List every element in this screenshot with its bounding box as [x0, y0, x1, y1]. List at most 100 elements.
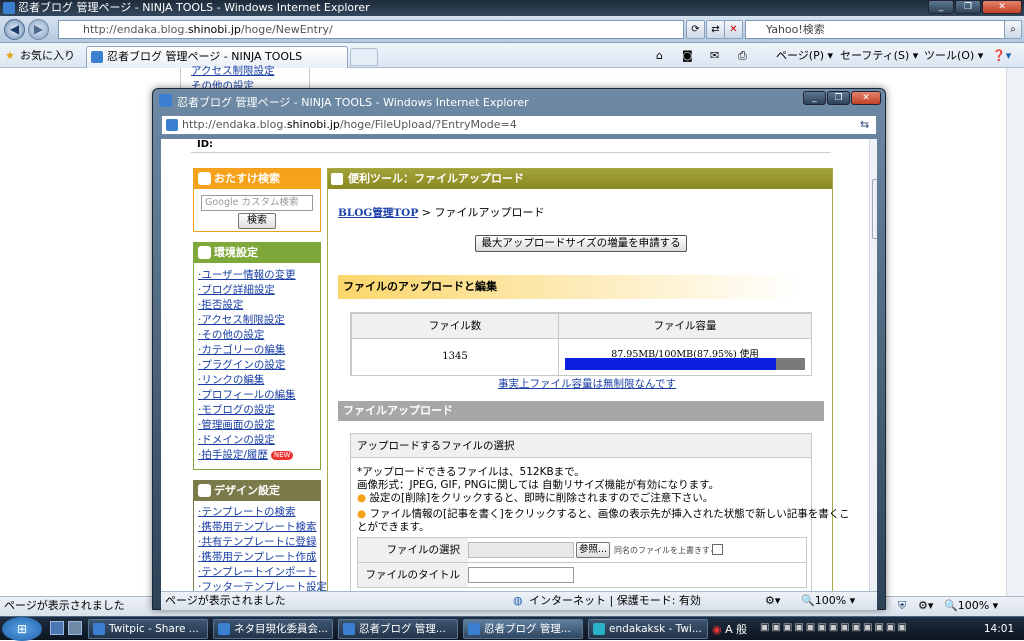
sidebar-item-env[interactable]: ·プロフィールの編集: [198, 388, 296, 403]
ie-icon: [218, 623, 230, 635]
file-title-row: ファイルのタイトル: [357, 562, 807, 588]
env-box: 環境設定 ·ユーザー情報の変更 ·ブログ詳細設定 ·拒否設定 ·アクセス制限設定 ·その…: [193, 242, 321, 470]
ime-bar[interactable]: ◉ A 般: [712, 621, 747, 637]
tools-menu[interactable]: ツール(O) ▾: [924, 46, 983, 65]
bg-link[interactable]: アクセス制限設定: [191, 64, 274, 79]
feed-icon[interactable]: ◙: [682, 46, 693, 65]
popup-minimize-button[interactable]: _: [803, 91, 826, 105]
overwrite-label: 同名のファイルを上書きする: [614, 546, 718, 555]
usage-cell: 87.95MB/100MB(87.95%) 使用: [558, 338, 812, 376]
note-delete: ● 設定の[削除]をクリックすると、即時に削除されますのでご注意下さい。: [357, 490, 713, 505]
search-go-icon[interactable]: ⌕: [1004, 20, 1022, 39]
clock[interactable]: 14:01: [976, 617, 1022, 641]
sidebar-item-design[interactable]: ·携帯用テンプレート作成: [198, 550, 327, 565]
show-desktop-icon[interactable]: [50, 621, 64, 635]
popup-address-bar[interactable]: http://endaka.blog.shinobi.jp/hoge/FileU…: [161, 115, 877, 135]
col-file-size-label: ファイル容量: [653, 320, 717, 332]
overwrite-checkbox[interactable]: [712, 544, 723, 555]
task-ninja-2[interactable]: 忍者ブログ 管理...: [463, 619, 583, 639]
compat-icon[interactable]: ⇄: [706, 20, 725, 39]
popup-address-host: shinobi.jp: [286, 118, 340, 131]
lock-icon[interactable]: ⚙▾: [918, 597, 933, 615]
address-bar[interactable]: http://endaka.blog.shinobi.jp/hoge/NewEn…: [58, 20, 684, 39]
popup-maximize-button[interactable]: ❐: [827, 91, 850, 105]
popup-scrollbar[interactable]: [869, 139, 877, 591]
sidebar-item-env[interactable]: ·ユーザー情報の変更: [198, 268, 296, 283]
sidebar-item-design[interactable]: ·フッターテンプレート設定: [198, 580, 327, 591]
help-icon[interactable]: ❓▾: [992, 46, 1011, 65]
sidebar-item-design[interactable]: ·テンプレートの検索: [198, 505, 327, 520]
sidebar-item-env[interactable]: ·その他の設定: [198, 328, 296, 343]
quicklaunch-icon[interactable]: [68, 621, 82, 635]
search-button-label: 検索: [247, 215, 267, 226]
tool-icon: [331, 173, 343, 185]
popup-title: 忍者ブログ 管理ページ - NINJA TOOLS - Windows Inte…: [177, 96, 529, 109]
sidebar-item-env[interactable]: ·拍手設定/履歴 NEW: [198, 448, 296, 463]
google-search-input[interactable]: Google カスタム検索: [201, 195, 313, 211]
popup-close-button[interactable]: ✕: [851, 91, 881, 105]
popup-zoom[interactable]: 🔍100% ▾: [801, 592, 855, 610]
main-status-text: ページが表示されました: [4, 599, 125, 612]
design-head-label: デザイン設定: [214, 484, 280, 497]
popup-zone-text: インターネット | 保護モード: 有効: [529, 594, 701, 607]
sidebar-item-env[interactable]: ·管理画面の設定: [198, 418, 296, 433]
favorites-label: お気に入り: [20, 49, 75, 62]
info-icon: ●: [357, 492, 367, 504]
shield-icon: ⛨: [898, 599, 907, 612]
sidebar-item-design[interactable]: ·テンプレートインポート: [198, 565, 327, 580]
safety-menu[interactable]: セーフティ(S) ▾: [840, 46, 918, 65]
refresh-icon[interactable]: ⟳: [686, 20, 705, 39]
search-button[interactable]: 検索: [238, 213, 276, 229]
print-icon[interactable]: ⎙: [738, 46, 747, 65]
sidebar-item-env[interactable]: ·アクセス制限設定: [198, 313, 296, 328]
mail-icon[interactable]: ✉: [710, 46, 719, 65]
home-icon[interactable]: ⌂: [656, 46, 663, 65]
stop-icon[interactable]: ✕: [724, 20, 743, 39]
favorites-button[interactable]: ★ お気に入り: [4, 46, 75, 65]
env-head: 環境設定: [194, 243, 320, 263]
sidebar-item-env[interactable]: ·カテゴリーの編集: [198, 343, 296, 358]
sidebar-item-env[interactable]: ·ブログ詳細設定: [198, 283, 296, 298]
task-endakaksk[interactable]: endakaksk - Twi...: [588, 619, 708, 639]
palette-icon: [198, 484, 211, 497]
sidebar-item-env[interactable]: ·拒否設定: [198, 298, 296, 313]
sidebar-item-env[interactable]: ·ドメインの設定: [198, 433, 296, 448]
ie-icon: [343, 623, 355, 635]
sidebar-item-design[interactable]: ·携帯用テンプレート検索: [198, 520, 327, 535]
search-head-icon: [198, 172, 211, 185]
bg-scrollbar[interactable]: [1006, 68, 1024, 596]
back-icon[interactable]: ◀: [4, 19, 25, 40]
search-input[interactable]: Yahoo!検索: [745, 20, 1005, 39]
file-title-label: ファイルのタイトル: [358, 563, 468, 587]
popup-scroll-thumb[interactable]: [872, 179, 877, 239]
minimize-button[interactable]: _: [928, 0, 954, 14]
note-write: ● ファイル情報の[記事を書く]をクリックすると、画像の表示先が挿入された状態で…: [357, 506, 850, 521]
maximize-button[interactable]: ❐: [955, 0, 981, 14]
forward-icon[interactable]: ▶: [28, 19, 49, 40]
unlimited-link[interactable]: 事実上ファイル容量は無制限なんです: [498, 376, 676, 391]
task-neta[interactable]: ネタ目現化委員会...: [213, 619, 333, 639]
sidebar-item-env[interactable]: ·リンクの編集: [198, 373, 296, 388]
new-tab-button[interactable]: [350, 48, 378, 66]
sidebar-item-env[interactable]: ·プラグインの設定: [198, 358, 296, 373]
breadcrumb-current: > ファイルアップロード: [418, 206, 545, 219]
file-path-input[interactable]: [468, 542, 574, 558]
ie-icon: [93, 623, 105, 635]
close-button[interactable]: ✕: [982, 0, 1022, 14]
page-menu[interactable]: ページ(P) ▾: [776, 46, 833, 65]
tray-icons[interactable]: ▣▣▣▣▣▣▣▣▣▣▣▣▣: [760, 622, 909, 633]
file-title-input[interactable]: [468, 567, 574, 583]
breadcrumb-top-link[interactable]: BLOG管理TOP: [338, 207, 418, 219]
compat-icon[interactable]: ⇆: [860, 116, 869, 134]
sidebar-item-design[interactable]: ·共有テンプレートに登録: [198, 535, 327, 550]
start-button[interactable]: ⊞: [2, 617, 42, 641]
request-upload-size-button[interactable]: 最大アップロードサイズの増量を申請する: [475, 235, 687, 252]
file-count-cell: 1345: [351, 338, 559, 376]
task-ninja-1[interactable]: 忍者ブログ 管理...: [338, 619, 458, 639]
sidebar-item-env[interactable]: ·モブログの設定: [198, 403, 296, 418]
main-zoom[interactable]: 🔍100% ▾: [944, 597, 998, 615]
popup-protect-icon[interactable]: ⚙▾: [765, 592, 780, 610]
address-host: shinobi.jp: [187, 23, 241, 36]
browse-button[interactable]: 参照...: [576, 542, 610, 558]
task-twitpic[interactable]: Twitpic - Share ...: [88, 619, 208, 639]
